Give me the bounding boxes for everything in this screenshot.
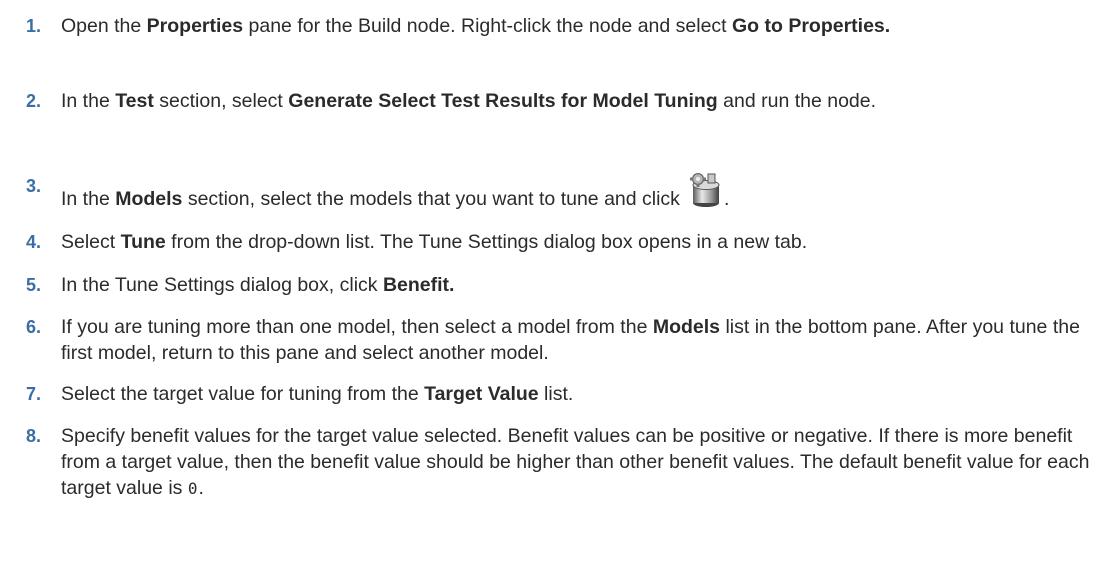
- ui-term-target-value: Target Value: [424, 383, 539, 405]
- step-text: In the Tune Settings dialog box, click B…: [61, 272, 1061, 298]
- ui-term-tune: Tune: [120, 231, 166, 253]
- step-text-part: Specify benefit values for the target va…: [61, 425, 1090, 499]
- step-number: 6.: [26, 317, 42, 337]
- step-text-part: In the Tune Settings dialog box, click: [61, 274, 383, 296]
- step-number: 7.: [26, 384, 42, 404]
- action-gear-icon: [686, 171, 724, 216]
- step-text-part: list.: [538, 383, 574, 405]
- ui-term-generate-select-test-results: Generate Select Test Results for Model T…: [288, 90, 718, 112]
- ui-term-models: Models: [115, 188, 183, 210]
- step-text-part: Select the target value for tuning from …: [61, 383, 425, 405]
- ui-term-properties: Properties: [146, 15, 244, 37]
- ui-term-test: Test: [115, 90, 154, 112]
- step-text: Specify benefit values for the target va…: [61, 423, 1101, 502]
- step-text-part: from the drop-down list. The Tune Settin…: [165, 231, 808, 253]
- ui-term-models: Models: [652, 316, 721, 338]
- step-number: 1.: [26, 16, 42, 36]
- default-benefit-value: 0: [187, 479, 199, 498]
- step-text-part: In the: [61, 188, 116, 210]
- step-text-part: and run the node.: [717, 90, 877, 112]
- step-text-part: .: [723, 188, 730, 210]
- step-text-part: Open the: [61, 15, 147, 37]
- ui-term-benefit: Benefit.: [382, 274, 455, 296]
- step-number: 4.: [26, 232, 42, 252]
- step-text-part: .: [198, 477, 204, 499]
- step-number: 8.: [26, 426, 42, 446]
- step-text: Select Tune from the drop-down list. The…: [61, 229, 1061, 255]
- step-text-part: pane for the Build node. Right-click the…: [243, 15, 732, 37]
- step-text-part: If you are tuning more than one model, t…: [61, 316, 653, 338]
- step-text-part: Select: [61, 231, 121, 253]
- step-text: If you are tuning more than one model, t…: [61, 314, 1111, 366]
- step-text: In the Models section, select the models…: [61, 171, 1061, 216]
- step-text-part: section, select: [153, 90, 289, 112]
- ui-term-go-to-properties: Go to Properties.: [732, 15, 891, 37]
- step-text-part: section, select the models that you want…: [182, 188, 680, 210]
- step-number: 3.: [26, 176, 42, 196]
- step-text: In the Test section, select Generate Sel…: [61, 88, 1101, 114]
- step-text-part: In the: [61, 90, 116, 112]
- step-number: 5.: [26, 275, 42, 295]
- step-text: Open the Properties pane for the Build n…: [61, 13, 1061, 39]
- step-text: Select the target value for tuning from …: [61, 381, 1061, 407]
- step-number: 2.: [26, 91, 42, 111]
